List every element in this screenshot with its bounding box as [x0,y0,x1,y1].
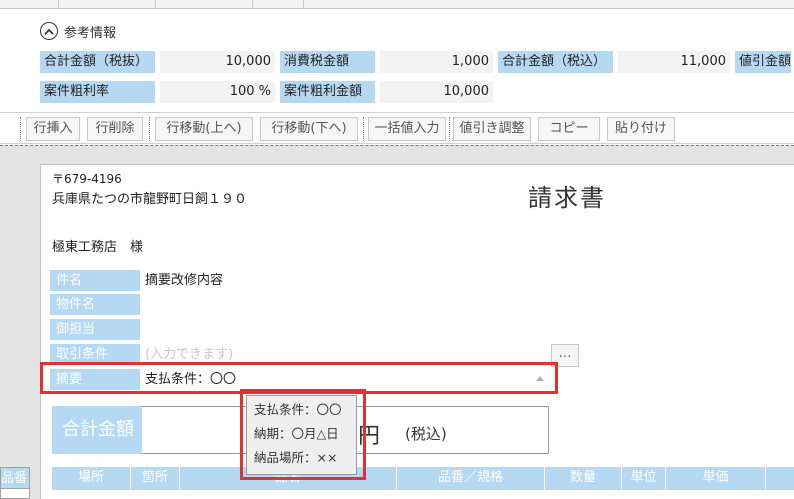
discount-adjust-button[interactable]: 値引き調整 [453,117,531,141]
move-row-down-button[interactable]: 行移動(下へ) [260,117,358,141]
col-spot[interactable]: 箇所 [131,467,180,489]
subtotal-value: 10,000 [160,51,275,73]
col-location[interactable]: 場所 [52,467,131,489]
gross-margin-amount-label: 案件粗利金額 [280,81,375,103]
total-incl-label: 合計金額（税込） [498,51,613,73]
move-row-up-button[interactable]: 行移動(上へ) [155,117,253,141]
bulk-input-button[interactable]: 一括値入力 [368,117,446,141]
property-name-label: 物件名 [50,294,140,315]
reference-section-header[interactable]: 参考情報 [40,20,116,42]
subject-label: 件名 [50,270,140,291]
summary-row-1: 合計金額（税抜） 10,000 消費税金額 1,000 合計金額（税込） 11,… [40,51,791,73]
discount-label: 値引金額 [735,51,791,73]
copy-button[interactable]: コピー [538,117,600,141]
col-unit-price[interactable]: 単価 [666,467,766,489]
gross-margin-rate-label: 案件粗利率 [40,81,155,103]
invoice-title: 請求書 [528,184,606,212]
reference-section-title: 参考情報 [64,25,117,41]
gross-margin-rate-value: 100 % [160,81,275,103]
total-amount-label: 合計金額 [52,406,142,454]
property-name-field[interactable] [145,294,545,315]
line-items-grid-header: 場所 箇所 品名 品番／規格 数量 単位 単価 [52,467,794,489]
row-toolbar: 行挿入 行削除 行移動(上へ) 行移動(下へ) 一括値入力 値引き調整 コピー … [0,112,794,144]
collapse-chevron-up-icon[interactable] [40,22,58,40]
subtotal-label: 合計金額（税抜） [40,51,155,73]
gross-margin-amount-value: 10,000 [380,81,493,103]
delete-row-button[interactable]: 行削除 [87,117,143,141]
contact-person-label: 御担当 [50,319,140,340]
tax-included-label: (税込) [405,425,447,443]
tax-amount-value: 1,000 [380,51,493,73]
contact-person-field[interactable] [145,319,545,340]
table-row[interactable] [52,489,794,499]
summary-row-2: 案件粗利率 100 % 案件粗利金額 10,000 [40,81,493,103]
col-extra[interactable] [766,467,794,489]
paste-button[interactable]: 貼り付け [607,117,675,141]
sender-address: 兵庫県たつの市龍野町日飼１９０ [52,192,248,207]
subject-field[interactable]: 摘要改修内容 [145,270,545,291]
col-unit[interactable]: 単位 [622,467,666,489]
left-panel-column-header: 品番 [0,467,30,489]
col-quantity[interactable]: 数量 [545,467,622,489]
postal-code: 〒679-4196 [52,172,122,186]
tax-amount-label: 消費税金額 [280,51,375,73]
top-tab-strip [0,0,794,9]
total-incl-value: 11,000 [618,51,730,73]
tooltip-highlight [240,389,366,480]
col-part-spec[interactable]: 品番／規格 [397,467,545,489]
insert-row-button[interactable]: 行挿入 [26,117,80,141]
customer-name[interactable]: 極東工務店 様 [52,236,143,255]
